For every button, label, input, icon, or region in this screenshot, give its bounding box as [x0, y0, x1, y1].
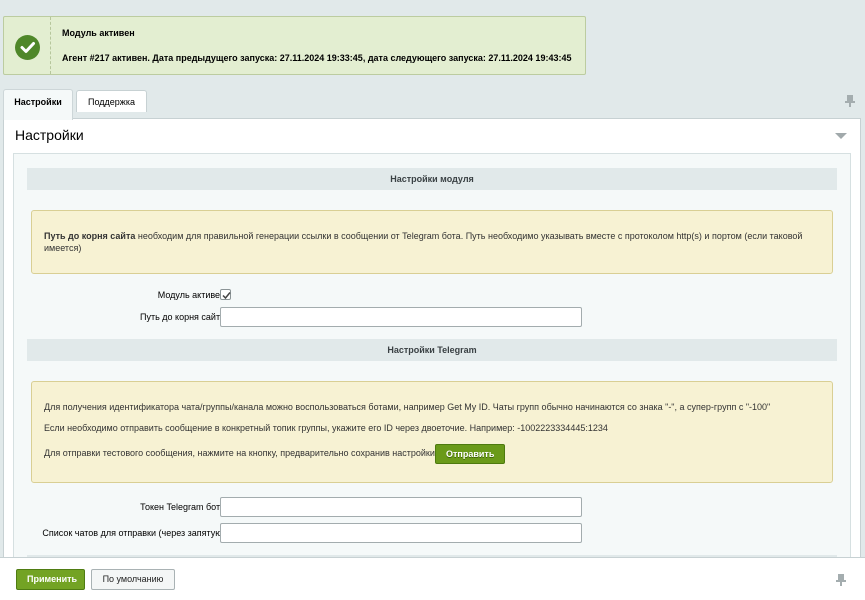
token-input[interactable]: [220, 497, 582, 517]
collapse-arrow-icon[interactable]: [835, 133, 847, 139]
info-site-root-text: Путь до корня сайта необходим для правил…: [44, 230, 814, 254]
site-root-input[interactable]: [220, 307, 582, 327]
bottom-button-bar: Применить По умолчанию: [0, 557, 865, 600]
checkmark-circle-icon: [15, 35, 40, 60]
token-label: Токен Telegram бота: [140, 502, 225, 512]
info-box-site-root: Путь до корня сайта необходим для правил…: [31, 210, 833, 274]
module-active-label: Модуль активен: [157, 290, 225, 300]
info-site-root-bold: Путь до корня сайта: [44, 231, 136, 241]
site-root-label: Путь до корня сайта: [140, 312, 225, 322]
notice-divider: [50, 17, 51, 74]
info-telegram-line2: Если необходимо отправить сообщение в ко…: [44, 423, 608, 433]
section-header-module: Настройки модуля: [27, 168, 837, 190]
pin-icon[interactable]: [845, 95, 855, 107]
settings-panel: Настройки Настройки модуля Путь до корня…: [3, 118, 861, 573]
tab-support[interactable]: Поддержка: [76, 90, 147, 112]
pin-bottom-icon[interactable]: [836, 574, 846, 586]
info-telegram-line3: Для отправки тестового сообщения, нажмит…: [44, 448, 438, 458]
status-notice: Модуль активен Агент #217 активен. Дата …: [3, 16, 586, 75]
info-site-root-rest: необходим для правильной генерации ссылк…: [44, 231, 803, 253]
send-test-button[interactable]: Отправить: [435, 444, 506, 464]
notice-text: Агент #217 активен. Дата предыдущего зап…: [62, 53, 572, 63]
defaults-button[interactable]: По умолчанию: [91, 569, 175, 590]
settings-form: Настройки модуля Путь до корня сайта нео…: [13, 153, 851, 573]
notice-title: Модуль активен: [62, 28, 135, 38]
info-telegram-line1: Для получения идентификатора чата/группы…: [44, 402, 771, 412]
module-active-checkbox[interactable]: [220, 289, 231, 300]
chats-label: Список чатов для отправки (через запятую…: [42, 528, 225, 538]
chats-input[interactable]: [220, 523, 582, 543]
tab-settings[interactable]: Настройки: [3, 89, 73, 120]
section-header-telegram: Настройки Telegram: [27, 339, 837, 361]
page-title: Настройки: [15, 127, 84, 143]
info-box-telegram: Для получения идентификатора чата/группы…: [31, 381, 833, 483]
apply-button[interactable]: Применить: [16, 569, 85, 590]
